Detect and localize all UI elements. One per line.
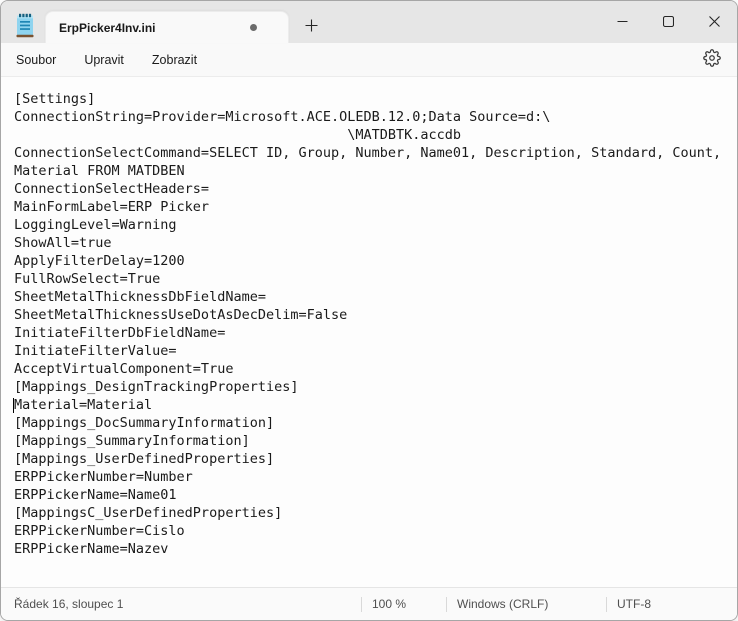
maximize-button[interactable] — [645, 1, 691, 43]
encoding[interactable]: UTF-8 — [607, 588, 737, 620]
plus-icon — [305, 19, 318, 35]
text-caret — [13, 398, 14, 413]
tab-title: ErpPicker4Inv.ini — [59, 21, 156, 35]
tab-erppicker4inv[interactable]: ErpPicker4Inv.ini — [45, 11, 289, 43]
menu-soubor[interactable]: Soubor — [2, 47, 70, 73]
maximize-icon — [663, 15, 674, 30]
unsaved-dot-icon[interactable] — [250, 24, 257, 31]
minimize-button[interactable] — [599, 1, 645, 43]
titlebar[interactable]: ErpPicker4Inv.ini — [1, 1, 737, 43]
caption-buttons — [599, 1, 737, 43]
notepad-app-icon — [16, 13, 34, 38]
notepad-window: ErpPicker4Inv.ini — [0, 0, 738, 621]
menu-upravit[interactable]: Upravit — [70, 47, 138, 73]
cursor-position: Řádek 16, sloupec 1 — [1, 588, 361, 620]
editor-area[interactable]: [Settings] ConnectionString=Provider=Mic… — [1, 77, 737, 587]
close-button[interactable] — [691, 1, 737, 43]
minimize-icon — [617, 15, 628, 30]
line-ending[interactable]: Windows (CRLF) — [447, 588, 606, 620]
statusbar: Řádek 16, sloupec 1 100 % Windows (CRLF)… — [1, 587, 737, 620]
close-icon — [709, 15, 720, 30]
zoom-level[interactable]: 100 % — [362, 588, 446, 620]
menubar: Soubor Upravit Zobrazit — [1, 43, 737, 77]
gear-icon — [703, 49, 721, 70]
menu-zobrazit[interactable]: Zobrazit — [138, 47, 211, 73]
settings-button[interactable] — [696, 46, 728, 74]
text-content[interactable]: [Settings] ConnectionString=Provider=Mic… — [1, 77, 737, 558]
new-tab-button[interactable] — [298, 14, 324, 40]
